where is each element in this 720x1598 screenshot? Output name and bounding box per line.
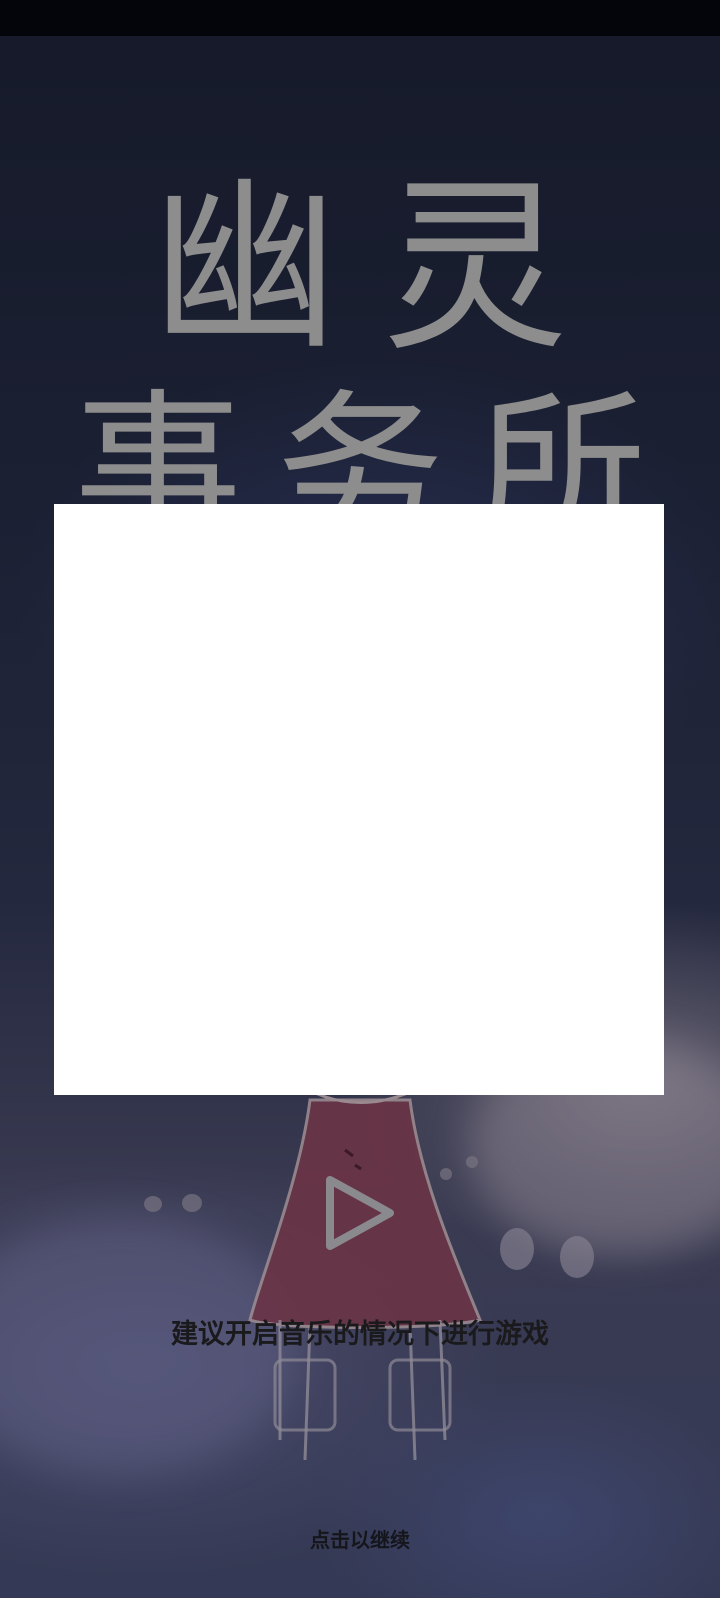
play-icon[interactable] (318, 1170, 402, 1256)
blank-panel (54, 504, 664, 1095)
continue-prompt[interactable]: 点击以继续 (0, 1524, 720, 1553)
status-bar (0, 0, 720, 36)
game-screen: 幽灵 事务所 建议开启音乐的情况下进行游戏 点击以继续 (0, 0, 720, 1598)
music-hint-text: 建议开启音乐的情况下进行游戏 (171, 1319, 549, 1350)
